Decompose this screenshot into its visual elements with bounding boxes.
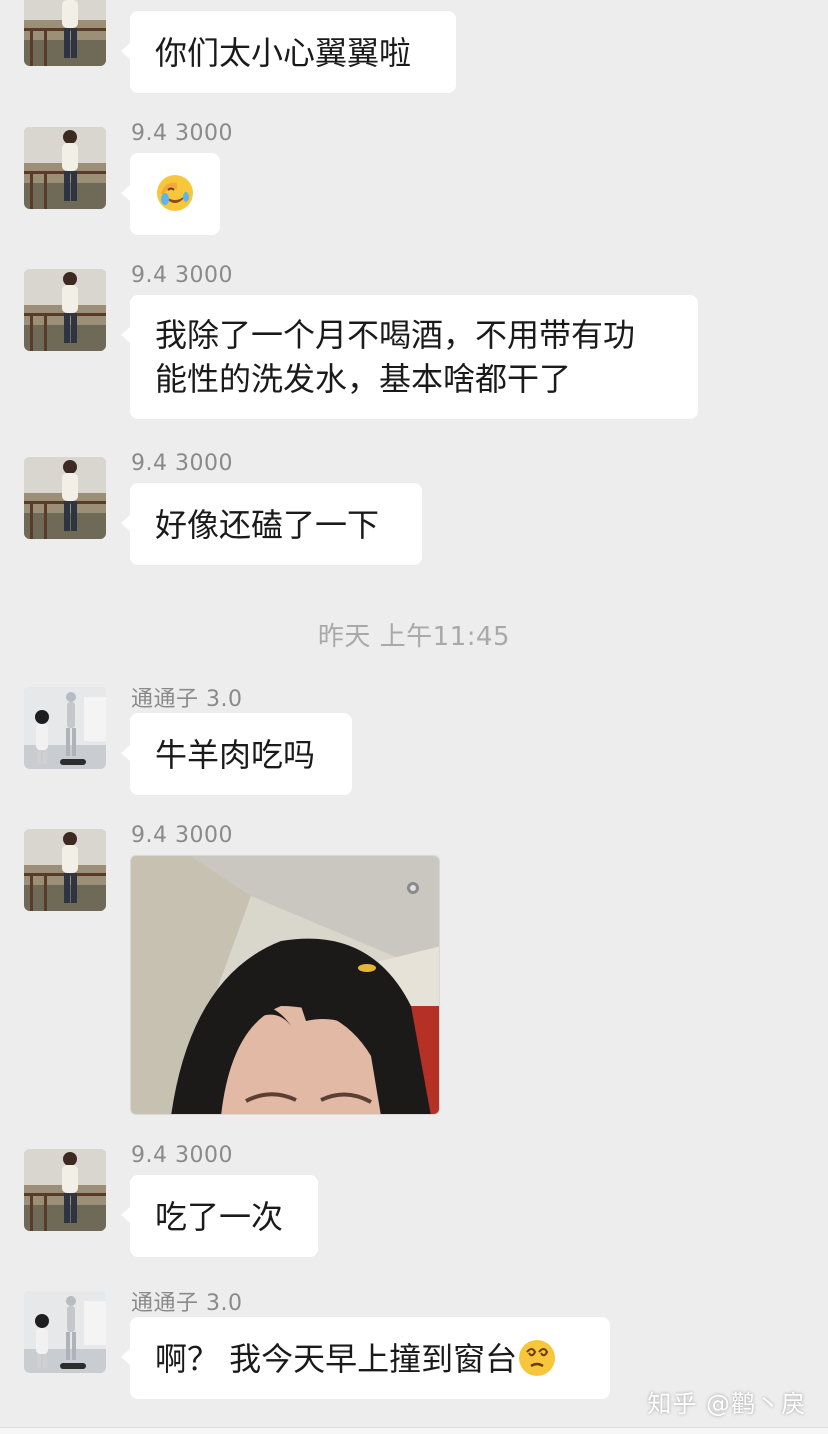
avatar[interactable] xyxy=(24,1149,106,1231)
avatar-image xyxy=(24,687,106,769)
sender-name: 9.4 3000 xyxy=(131,451,233,476)
message-text: 你们太小心翼翼啦 xyxy=(155,34,412,72)
message-bubble[interactable]: 牛羊肉吃吗 xyxy=(121,713,352,795)
sender-name: 9.4 3000 xyxy=(131,823,233,848)
sender-name: 9.4 3000 xyxy=(131,121,233,146)
avatar[interactable] xyxy=(24,829,106,911)
message-text-line: 我除了一个月不喝酒，不用带有功 xyxy=(155,316,636,354)
message-text: 好像还磕了一下 xyxy=(155,506,380,544)
avatar[interactable] xyxy=(24,1291,106,1373)
avatar-image xyxy=(24,457,106,539)
watermark: 知乎 @鹳丶戾 xyxy=(647,1390,806,1418)
avatar-image xyxy=(24,0,106,66)
message-bubble[interactable] xyxy=(121,153,220,235)
avatar-image xyxy=(24,269,106,351)
message-bubble[interactable]: 吃了一次 xyxy=(121,1175,318,1257)
avatar-image xyxy=(24,829,106,911)
avatar-image xyxy=(24,1291,106,1373)
sender-name: 通通子 3.0 xyxy=(131,1291,243,1316)
message-text: 啊？ 我今天早上撞到窗台 xyxy=(155,1340,518,1378)
dizzy-face-emoji xyxy=(519,1340,556,1376)
message-bubble[interactable]: 你们太小心翼翼啦 xyxy=(121,11,456,93)
avatar-image xyxy=(24,127,106,209)
avatar[interactable] xyxy=(24,127,106,209)
sender-name: 通通子 3.0 xyxy=(131,687,243,712)
message-bubble[interactable]: 我除了一个月不喝酒，不用带有功 能性的洗发水，基本啥都干了 xyxy=(121,295,698,419)
facepalm-cry-emoji xyxy=(157,175,193,211)
photo-image xyxy=(131,856,439,1114)
avatar[interactable] xyxy=(24,269,106,351)
message-text: 吃了一次 xyxy=(155,1198,284,1236)
message-bubble[interactable]: 好像还磕了一下 xyxy=(121,483,422,565)
forehead-selfie-photo[interactable] xyxy=(130,855,440,1115)
avatar[interactable] xyxy=(24,687,106,769)
message-text: 牛羊肉吃吗 xyxy=(155,736,316,774)
avatar[interactable] xyxy=(24,0,106,66)
input-bar-edge xyxy=(0,1427,828,1434)
avatar[interactable] xyxy=(24,457,106,539)
sender-name: 9.4 3000 xyxy=(131,263,233,288)
chat-timestamp: 昨天 上午11:45 xyxy=(317,622,511,652)
message-bubble[interactable]: 啊？ 我今天早上撞到窗台 xyxy=(121,1317,610,1399)
message-text-line: 能性的洗发水，基本啥都干了 xyxy=(155,360,572,398)
avatar-image xyxy=(24,1149,106,1231)
sender-name: 9.4 3000 xyxy=(131,1143,233,1168)
